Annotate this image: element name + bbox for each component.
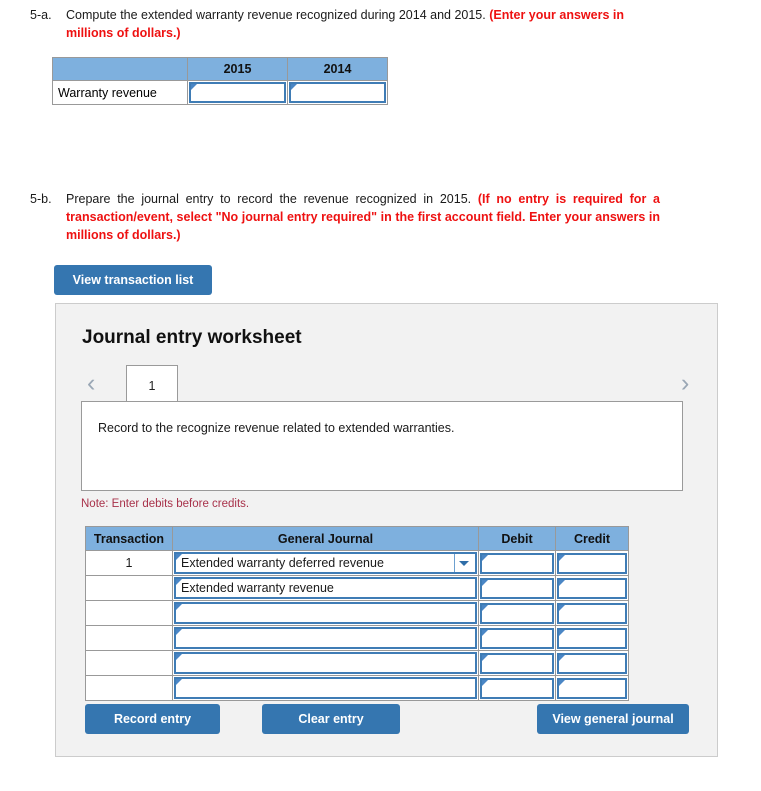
- worksheet-description-text: Record to the recognize revenue related …: [98, 421, 455, 435]
- journal-debit-cell-1: [478, 575, 556, 601]
- worksheet-tab-1[interactable]: 1: [126, 365, 178, 405]
- view-transaction-list-button[interactable]: View transaction list: [54, 265, 212, 295]
- journal-account-cell-3: [172, 625, 479, 651]
- journal-header-transaction: Transaction: [85, 526, 173, 551]
- journal-credit-input-2[interactable]: [557, 602, 627, 624]
- journal-debit-input-1[interactable]: [480, 577, 554, 599]
- chevron-right-icon[interactable]: ›: [681, 369, 689, 397]
- table-row: [85, 625, 629, 651]
- question-5b-body: Prepare the journal entry to record the …: [66, 190, 660, 244]
- table-row: [85, 600, 629, 626]
- journal-entry-worksheet-panel: Journal entry worksheet ‹ 1 › Record to …: [55, 303, 718, 757]
- journal-account-select-4[interactable]: [174, 652, 477, 674]
- journal-credit-input-0[interactable]: [557, 552, 627, 574]
- journal-debit-cell-4: [478, 650, 556, 676]
- table-row: [85, 650, 629, 676]
- journal-debit-input-0[interactable]: [480, 552, 554, 574]
- journal-credit-input-4[interactable]: [557, 652, 627, 674]
- journal-account-cell-1: Extended warranty revenue: [172, 575, 479, 601]
- journal-header-general-journal: General Journal: [172, 526, 479, 551]
- journal-credit-cell-5: [555, 675, 629, 701]
- journal-credit-cell-0: [555, 550, 629, 576]
- journal-transaction-4: [85, 650, 173, 676]
- journal-account-select-5[interactable]: [174, 677, 477, 699]
- question-5a-label: 5-a.: [30, 8, 52, 22]
- journal-debit-cell-5: [478, 675, 556, 701]
- journal-account-cell-4: [172, 650, 479, 676]
- table-row: Extended warranty revenue: [85, 575, 629, 601]
- general-journal-table: Transaction General Journal Debit Credit…: [85, 526, 629, 701]
- journal-credit-cell-1: [555, 575, 629, 601]
- table-row: 1 Extended warranty deferred revenue: [85, 550, 629, 576]
- worksheet-tabs-row: ‹ 1 ›: [81, 363, 695, 405]
- journal-transaction-3: [85, 625, 173, 651]
- journal-header-debit: Debit: [478, 526, 556, 551]
- chevron-down-icon[interactable]: [454, 554, 472, 572]
- journal-credit-input-3[interactable]: [557, 627, 627, 649]
- record-entry-button[interactable]: Record entry: [85, 704, 220, 734]
- journal-account-select-2[interactable]: [174, 602, 477, 624]
- journal-debit-cell-0: [478, 550, 556, 576]
- clear-entry-button[interactable]: Clear entry: [262, 704, 400, 734]
- page-root: 5-a. Compute the extended warranty reven…: [0, 0, 761, 791]
- warranty-2015-cell: [187, 80, 288, 105]
- table-row: Warranty revenue: [52, 80, 388, 105]
- journal-transaction-5: [85, 675, 173, 701]
- debits-before-credits-note: Note: Enter debits before credits.: [81, 498, 250, 510]
- worksheet-title: Journal entry worksheet: [82, 327, 302, 348]
- question-5a: 5-a. Compute the extended warranty reven…: [30, 6, 670, 42]
- warranty-row-label: Warranty revenue: [52, 80, 188, 105]
- table-header-row: 2015 2014: [52, 57, 388, 81]
- journal-account-cell-0: Extended warranty deferred revenue: [172, 550, 479, 576]
- journal-account-text-0: Extended warranty deferred revenue: [181, 556, 384, 570]
- journal-debit-cell-3: [478, 625, 556, 651]
- journal-account-text-1: Extended warranty revenue: [181, 581, 334, 595]
- journal-account-cell-2: [172, 600, 479, 626]
- journal-header-credit: Credit: [555, 526, 629, 551]
- table-row: [85, 675, 629, 701]
- question-5b-text: Prepare the journal entry to record the …: [66, 192, 478, 206]
- warranty-2014-input[interactable]: [289, 82, 386, 103]
- warranty-revenue-table: 2015 2014 Warranty revenue: [52, 57, 388, 105]
- journal-account-select-0[interactable]: Extended warranty deferred revenue: [174, 552, 477, 574]
- chevron-left-icon[interactable]: ‹: [87, 369, 95, 397]
- journal-account-select-3[interactable]: [174, 627, 477, 649]
- question-5b-label: 5-b.: [30, 192, 52, 206]
- journal-transaction-1: [85, 575, 173, 601]
- journal-account-cell-5: [172, 675, 479, 701]
- journal-account-select-1[interactable]: Extended warranty revenue: [174, 577, 477, 599]
- journal-transaction-0: 1: [85, 550, 173, 576]
- journal-debit-input-4[interactable]: [480, 652, 554, 674]
- journal-credit-cell-2: [555, 600, 629, 626]
- question-5a-text: Compute the extended warranty revenue re…: [66, 8, 490, 22]
- journal-credit-cell-4: [555, 650, 629, 676]
- warranty-corner-header: [52, 57, 188, 81]
- journal-debit-input-2[interactable]: [480, 602, 554, 624]
- journal-credit-input-1[interactable]: [557, 577, 627, 599]
- warranty-2015-input[interactable]: [189, 82, 286, 103]
- warranty-2014-cell: [287, 80, 388, 105]
- journal-transaction-2: [85, 600, 173, 626]
- journal-credit-input-5[interactable]: [557, 677, 627, 699]
- warranty-header-2014: 2014: [287, 57, 388, 81]
- journal-credit-cell-3: [555, 625, 629, 651]
- warranty-header-2015: 2015: [187, 57, 288, 81]
- journal-debit-input-5[interactable]: [480, 677, 554, 699]
- journal-debit-input-3[interactable]: [480, 627, 554, 649]
- question-5a-body: Compute the extended warranty revenue re…: [66, 6, 670, 42]
- question-5b: 5-b. Prepare the journal entry to record…: [30, 190, 660, 244]
- journal-debit-cell-2: [478, 600, 556, 626]
- worksheet-description-box: Record to the recognize revenue related …: [81, 401, 683, 491]
- journal-header-row: Transaction General Journal Debit Credit: [85, 526, 629, 551]
- view-general-journal-button[interactable]: View general journal: [537, 704, 689, 734]
